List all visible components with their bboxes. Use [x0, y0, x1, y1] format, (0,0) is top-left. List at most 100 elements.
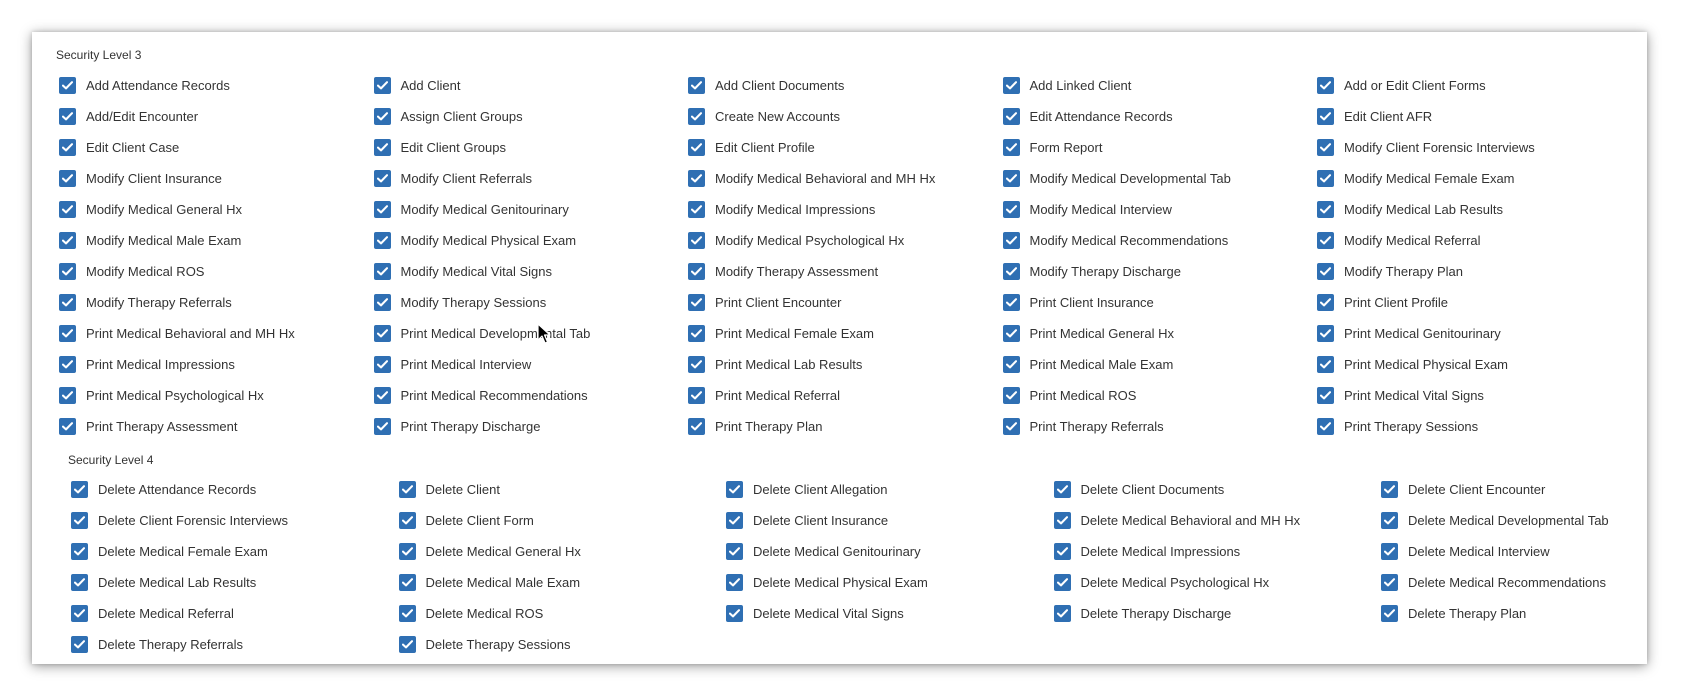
- permission-checkbox-add-client-documents[interactable]: Add Client Documents: [688, 70, 1003, 101]
- permission-checkbox-modify-medical-vital-signs[interactable]: Modify Medical Vital Signs: [373, 256, 689, 287]
- permission-checkbox-add-client[interactable]: Add Client: [373, 70, 689, 101]
- permission-checkbox-modify-client-forensic-interviews[interactable]: Modify Client Forensic Interviews: [1317, 132, 1632, 163]
- permission-checkbox-delete-attendance-records[interactable]: Delete Attendance Records: [71, 474, 399, 505]
- checkbox-checked-icon[interactable]: [71, 481, 88, 498]
- permission-checkbox-modify-medical-female-exam[interactable]: Modify Medical Female Exam: [1317, 163, 1632, 194]
- checkbox-checked-icon[interactable]: [1002, 77, 1020, 94]
- permission-checkbox-modify-medical-genitourinary[interactable]: Modify Medical Genitourinary: [373, 194, 689, 225]
- permission-checkbox-print-client-profile[interactable]: Print Client Profile: [1317, 287, 1632, 318]
- checkbox-checked-icon[interactable]: [1317, 201, 1334, 218]
- permission-checkbox-delete-medical-lab-results[interactable]: Delete Medical Lab Results: [71, 567, 399, 598]
- checkbox-checked-icon[interactable]: [1002, 294, 1020, 311]
- permission-checkbox-delete-medical-female-exam[interactable]: Delete Medical Female Exam: [71, 536, 399, 567]
- permission-checkbox-delete-client-insurance[interactable]: Delete Client Insurance: [726, 505, 1054, 536]
- permission-checkbox-delete-medical-ros[interactable]: Delete Medical ROS: [398, 598, 727, 629]
- checkbox-checked-icon[interactable]: [373, 232, 391, 249]
- checkbox-checked-icon[interactable]: [71, 512, 88, 529]
- checkbox-checked-icon[interactable]: [726, 512, 743, 529]
- checkbox-checked-icon[interactable]: [1002, 170, 1020, 187]
- permission-checkbox-print-therapy-plan[interactable]: Print Therapy Plan: [688, 411, 1003, 442]
- permission-checkbox-print-therapy-assessment[interactable]: Print Therapy Assessment: [59, 411, 374, 442]
- permission-checkbox-edit-client-profile[interactable]: Edit Client Profile: [688, 132, 1003, 163]
- checkbox-checked-icon[interactable]: [688, 139, 705, 156]
- checkbox-checked-icon[interactable]: [1317, 387, 1334, 404]
- checkbox-checked-icon[interactable]: [373, 325, 391, 342]
- checkbox-checked-icon[interactable]: [1381, 574, 1398, 591]
- permission-checkbox-modify-medical-lab-results[interactable]: Modify Medical Lab Results: [1317, 194, 1632, 225]
- permission-checkbox-add-attendance-records[interactable]: Add Attendance Records: [59, 70, 374, 101]
- checkbox-checked-icon[interactable]: [398, 512, 416, 529]
- checkbox-checked-icon[interactable]: [726, 605, 743, 622]
- permission-checkbox-delete-therapy-plan[interactable]: Delete Therapy Plan: [1381, 598, 1681, 629]
- checkbox-checked-icon[interactable]: [59, 77, 76, 94]
- checkbox-checked-icon[interactable]: [1053, 574, 1071, 591]
- checkbox-checked-icon[interactable]: [1002, 387, 1020, 404]
- checkbox-checked-icon[interactable]: [59, 294, 76, 311]
- permission-checkbox-modify-therapy-assessment[interactable]: Modify Therapy Assessment: [688, 256, 1003, 287]
- checkbox-checked-icon[interactable]: [373, 294, 391, 311]
- permission-checkbox-modify-medical-general-hx[interactable]: Modify Medical General Hx: [59, 194, 374, 225]
- checkbox-checked-icon[interactable]: [1381, 481, 1398, 498]
- checkbox-checked-icon[interactable]: [1053, 512, 1071, 529]
- permission-checkbox-modify-client-referrals[interactable]: Modify Client Referrals: [373, 163, 689, 194]
- permission-checkbox-delete-client-allegation[interactable]: Delete Client Allegation: [726, 474, 1054, 505]
- checkbox-checked-icon[interactable]: [59, 263, 76, 280]
- checkbox-checked-icon[interactable]: [1002, 108, 1020, 125]
- permission-checkbox-edit-client-afr[interactable]: Edit Client AFR: [1317, 101, 1632, 132]
- permission-checkbox-delete-medical-impressions[interactable]: Delete Medical Impressions: [1053, 536, 1382, 567]
- checkbox-checked-icon[interactable]: [373, 356, 391, 373]
- checkbox-checked-icon[interactable]: [59, 325, 76, 342]
- checkbox-checked-icon[interactable]: [59, 232, 76, 249]
- checkbox-checked-icon[interactable]: [688, 263, 705, 280]
- permission-checkbox-print-medical-referral[interactable]: Print Medical Referral: [688, 380, 1003, 411]
- checkbox-checked-icon[interactable]: [1002, 418, 1020, 435]
- permission-checkbox-modify-medical-impressions[interactable]: Modify Medical Impressions: [688, 194, 1003, 225]
- permission-checkbox-delete-medical-psychological-hx[interactable]: Delete Medical Psychological Hx: [1053, 567, 1382, 598]
- permission-checkbox-delete-client-documents[interactable]: Delete Client Documents: [1053, 474, 1382, 505]
- permission-checkbox-modify-medical-behavioral-and-mh-hx[interactable]: Modify Medical Behavioral and MH Hx: [688, 163, 1003, 194]
- checkbox-checked-icon[interactable]: [1317, 294, 1334, 311]
- checkbox-checked-icon[interactable]: [398, 636, 416, 653]
- checkbox-checked-icon[interactable]: [726, 481, 743, 498]
- checkbox-checked-icon[interactable]: [59, 139, 76, 156]
- permission-checkbox-create-new-accounts[interactable]: Create New Accounts: [688, 101, 1003, 132]
- permission-checkbox-print-medical-impressions[interactable]: Print Medical Impressions: [59, 349, 374, 380]
- checkbox-checked-icon[interactable]: [1381, 605, 1398, 622]
- checkbox-checked-icon[interactable]: [398, 543, 416, 560]
- permission-checkbox-delete-medical-genitourinary[interactable]: Delete Medical Genitourinary: [726, 536, 1054, 567]
- permission-checkbox-modify-therapy-discharge[interactable]: Modify Therapy Discharge: [1002, 256, 1318, 287]
- permission-checkbox-delete-client-forensic-interviews[interactable]: Delete Client Forensic Interviews: [71, 505, 399, 536]
- checkbox-checked-icon[interactable]: [71, 605, 88, 622]
- checkbox-checked-icon[interactable]: [1381, 512, 1398, 529]
- checkbox-checked-icon[interactable]: [1317, 77, 1334, 94]
- checkbox-checked-icon[interactable]: [688, 232, 705, 249]
- permission-checkbox-delete-client[interactable]: Delete Client: [398, 474, 727, 505]
- checkbox-checked-icon[interactable]: [71, 543, 88, 560]
- checkbox-checked-icon[interactable]: [1053, 605, 1071, 622]
- checkbox-checked-icon[interactable]: [688, 387, 705, 404]
- checkbox-checked-icon[interactable]: [1317, 418, 1334, 435]
- permission-checkbox-delete-medical-recommendations[interactable]: Delete Medical Recommendations: [1381, 567, 1681, 598]
- checkbox-checked-icon[interactable]: [59, 356, 76, 373]
- permission-checkbox-modify-therapy-plan[interactable]: Modify Therapy Plan: [1317, 256, 1632, 287]
- checkbox-checked-icon[interactable]: [373, 139, 391, 156]
- checkbox-checked-icon[interactable]: [1317, 232, 1334, 249]
- checkbox-checked-icon[interactable]: [1317, 325, 1334, 342]
- checkbox-checked-icon[interactable]: [398, 605, 416, 622]
- checkbox-checked-icon[interactable]: [1317, 139, 1334, 156]
- checkbox-checked-icon[interactable]: [59, 387, 76, 404]
- permission-checkbox-delete-medical-physical-exam[interactable]: Delete Medical Physical Exam: [726, 567, 1054, 598]
- permission-checkbox-delete-therapy-discharge[interactable]: Delete Therapy Discharge: [1053, 598, 1382, 629]
- checkbox-checked-icon[interactable]: [688, 170, 705, 187]
- permission-checkbox-add-linked-client[interactable]: Add Linked Client: [1002, 70, 1318, 101]
- permission-checkbox-add-or-edit-client-forms[interactable]: Add or Edit Client Forms: [1317, 70, 1632, 101]
- permission-checkbox-print-medical-physical-exam[interactable]: Print Medical Physical Exam: [1317, 349, 1632, 380]
- checkbox-checked-icon[interactable]: [1053, 543, 1071, 560]
- checkbox-checked-icon[interactable]: [1317, 170, 1334, 187]
- checkbox-checked-icon[interactable]: [1002, 232, 1020, 249]
- permission-checkbox-print-medical-female-exam[interactable]: Print Medical Female Exam: [688, 318, 1003, 349]
- checkbox-checked-icon[interactable]: [59, 108, 76, 125]
- checkbox-checked-icon[interactable]: [688, 294, 705, 311]
- permission-checkbox-modify-medical-developmental-tab[interactable]: Modify Medical Developmental Tab: [1002, 163, 1318, 194]
- checkbox-checked-icon[interactable]: [1317, 356, 1334, 373]
